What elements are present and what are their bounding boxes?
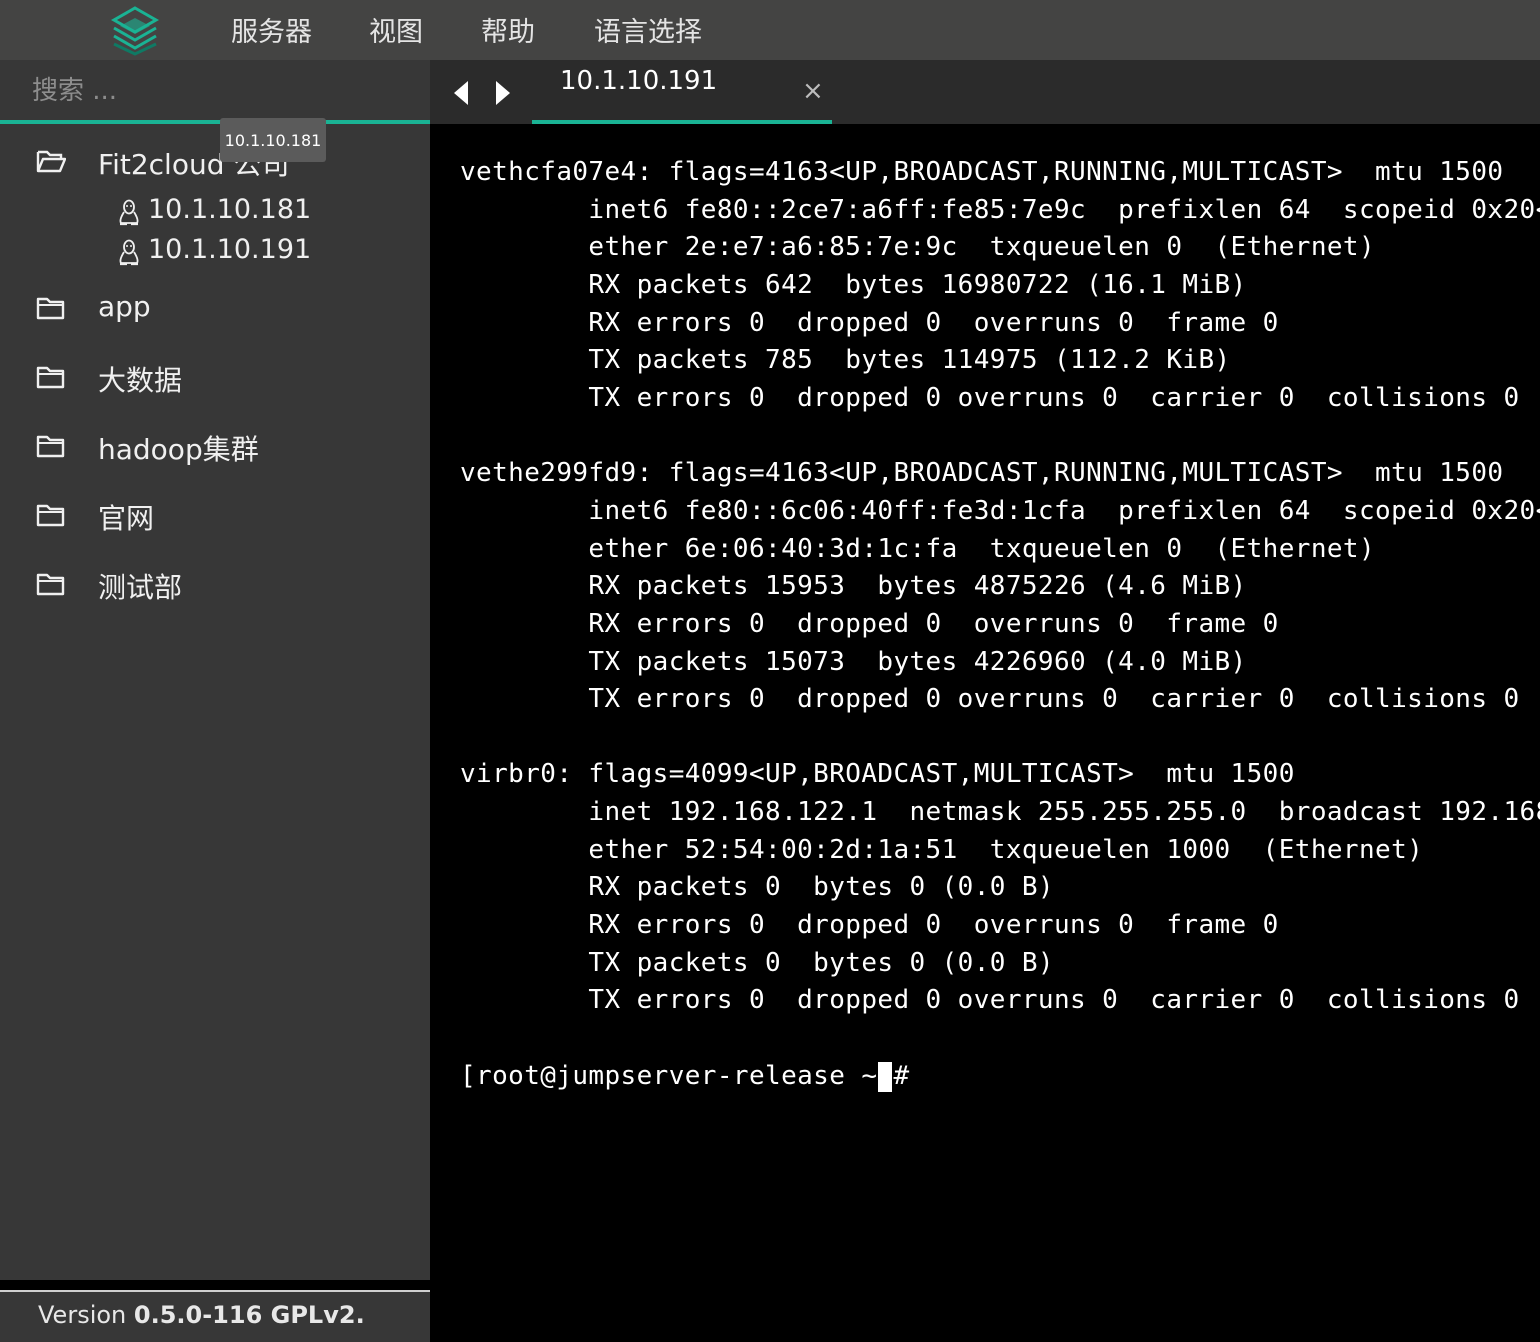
linux-penguin-icon <box>119 199 139 226</box>
sidebar: Fit2cloud 公司 10.1.10.181 10.1.10.191 <box>0 60 430 1342</box>
search-box <box>0 60 430 124</box>
version-prefix: Version <box>38 1301 134 1329</box>
tab-bar: 10.1.10.191 × <box>430 60 1540 125</box>
terminal-line: RX errors 0 dropped 0 overruns 0 frame 0 <box>460 609 1279 639</box>
host-tooltip: 10.1.10.181 <box>220 118 326 162</box>
folder-icon <box>36 435 65 458</box>
terminal-line: vethcfa07e4: flags=4163<UP,BROADCAST,RUN… <box>460 157 1504 187</box>
terminal-line: RX packets 0 bytes 0 (0.0 B) <box>460 872 1054 902</box>
tree-group-fit2cloud[interactable]: Fit2cloud 公司 <box>0 136 430 186</box>
terminal-line: inet6 fe80::6c06:40ff:fe3d:1cfa prefixle… <box>460 496 1540 526</box>
folder-icon <box>36 366 65 389</box>
chevron-left-icon[interactable] <box>452 80 470 106</box>
tree-group-website[interactable]: 官网 <box>0 490 430 540</box>
close-icon[interactable]: × <box>802 76 824 106</box>
terminal-line: TX packets 0 bytes 0 (0.0 B) <box>460 948 1054 978</box>
top-menu-bar: 服务器 视图 帮助 语言选择 <box>0 0 1540 60</box>
terminal-line: virbr0: flags=4099<UP,BROADCAST,MULTICAS… <box>460 759 1295 789</box>
terminal-cursor <box>878 1062 892 1092</box>
terminal-line: RX packets 642 bytes 16980722 (16.1 MiB) <box>460 270 1247 300</box>
terminal-line: TX packets 15073 bytes 4226960 (4.0 MiB) <box>460 647 1247 677</box>
terminal-line: inet 192.168.122.1 netmask 255.255.255.0… <box>588 797 1540 827</box>
tree-host-label: 10.1.10.181 <box>148 194 312 225</box>
tree-group-hadoop[interactable]: hadoop集群 <box>0 421 430 471</box>
search-input[interactable] <box>30 72 414 110</box>
version-number: 0.5.0-116 GPLv2. <box>133 1301 365 1329</box>
terminal-line: RX packets 15953 bytes 4875226 (4.6 MiB) <box>460 571 1247 601</box>
folder-icon <box>36 573 65 596</box>
terminal-line: inet6 fe80::2ce7:a6ff:fe85:7e9c prefixle… <box>460 195 1540 225</box>
folder-open-icon <box>36 150 66 173</box>
terminal-line: vethe299fd9: flags=4163<UP,BROADCAST,RUN… <box>460 458 1504 488</box>
tree-group-label: hadoop集群 <box>98 433 259 466</box>
terminal-line: ether 52:54:00:2d:1a:51 txqueuelen 1000 … <box>460 835 1424 865</box>
chevron-right-icon[interactable] <box>494 80 512 106</box>
terminal-line: TX packets 785 bytes 114975 (112.2 KiB) <box>460 345 1231 375</box>
tree-host-10-1-10-181[interactable]: 10.1.10.181 <box>0 192 430 232</box>
tree-group-label: 测试部 <box>98 571 183 604</box>
terminal-line: TX errors 0 dropped 0 overruns 0 carrier… <box>460 383 1520 413</box>
tree-host-label: 10.1.10.191 <box>148 234 312 265</box>
terminal[interactable]: vethcfa07e4: flags=4163<UP,BROADCAST,RUN… <box>430 124 1540 1280</box>
linux-penguin-icon <box>119 239 139 266</box>
jumpserver-logo-icon[interactable] <box>110 6 160 56</box>
tree-group-label: 大数据 <box>98 364 183 397</box>
tree-group-bigdata[interactable]: 大数据 <box>0 352 430 402</box>
terminal-line: RX errors 0 dropped 0 overruns 0 frame 0 <box>460 308 1279 338</box>
folder-icon <box>36 297 65 320</box>
menu-servers[interactable]: 服务器 <box>231 10 312 49</box>
tree-host-10-1-10-191[interactable]: 10.1.10.191 <box>0 232 430 272</box>
menu-view[interactable]: 视图 <box>369 10 423 49</box>
terminal-line: ether 2e:e7:a6:85:7e:9c txqueuelen 0 (Et… <box>460 232 1376 262</box>
tree-group-testing[interactable]: 测试部 <box>0 559 430 609</box>
terminal-line: ether 6e:06:40:3d:1c:fa txqueuelen 0 (Et… <box>460 534 1376 564</box>
tree-group-app[interactable]: app <box>0 283 430 333</box>
terminal-line: TX errors 0 dropped 0 overruns 0 carrier… <box>460 985 1520 1015</box>
tree-group-label: app <box>98 290 151 323</box>
menu-help[interactable]: 帮助 <box>481 10 535 49</box>
terminal-line: TX errors 0 dropped 0 overruns 0 carrier… <box>460 684 1520 714</box>
version-text: Version 0.5.0-116 GPLv2. <box>38 1301 365 1329</box>
terminal-prompt: [root@jumpserver-release ~]# <box>460 1061 926 1091</box>
tab-session-10-1-10-191[interactable]: 10.1.10.191 × <box>532 60 832 125</box>
tree-group-label: 官网 <box>98 502 155 535</box>
menu-language[interactable]: 语言选择 <box>594 10 702 49</box>
terminal-line: RX errors 0 dropped 0 overruns 0 frame 0 <box>460 910 1279 940</box>
version-footer: Version 0.5.0-116 GPLv2. <box>0 1290 430 1342</box>
folder-icon <box>36 504 65 527</box>
tab-label: 10.1.10.191 <box>560 66 718 96</box>
